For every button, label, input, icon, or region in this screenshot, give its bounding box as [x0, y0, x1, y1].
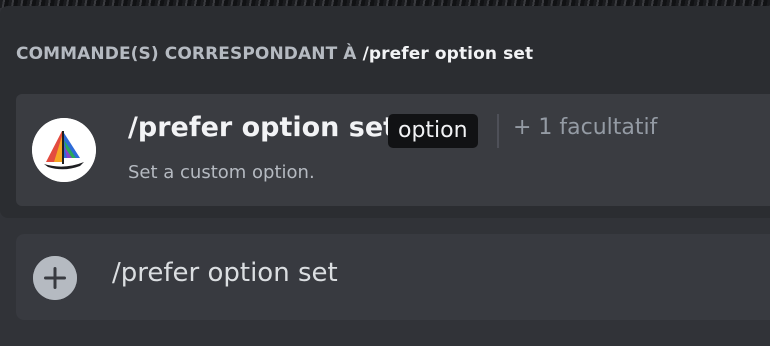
- message-input-field[interactable]: /prefer option set: [112, 258, 712, 288]
- message-input-bar: /prefer option set: [16, 234, 770, 320]
- autocomplete-header-query: /prefer option set: [362, 44, 534, 64]
- command-description: Set a custom option.: [128, 162, 315, 183]
- midjourney-sailboat-icon: [32, 118, 96, 182]
- command-name: /prefer option set: [128, 112, 397, 143]
- option-divider: [497, 114, 499, 148]
- command-autocomplete-popup: COMMANDE(S) CORRESPONDANT À /prefer opti…: [0, 6, 770, 218]
- optional-count-label: + 1 facultatif: [513, 115, 658, 140]
- required-option-pill[interactable]: option: [388, 114, 478, 148]
- command-suggestion-row[interactable]: /prefer option set option + 1 facultatif…: [16, 94, 770, 206]
- plus-circle-icon[interactable]: [33, 256, 77, 300]
- autocomplete-header: COMMANDE(S) CORRESPONDANT À /prefer opti…: [16, 44, 533, 64]
- autocomplete-header-label: COMMANDE(S) CORRESPONDANT À: [16, 44, 357, 64]
- discord-chat-area: COMMANDE(S) CORRESPONDANT À /prefer opti…: [0, 0, 770, 346]
